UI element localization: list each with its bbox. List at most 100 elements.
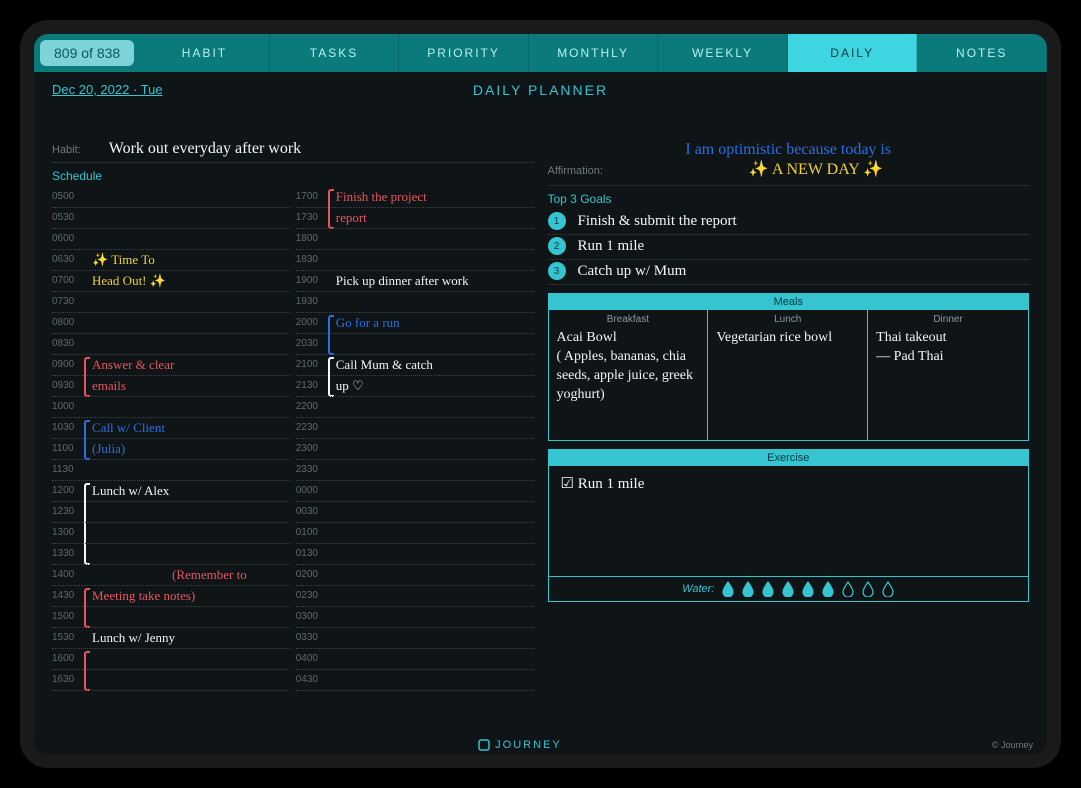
water-drop-icon[interactable] [822, 581, 834, 597]
schedule-row[interactable]: 0830 [52, 334, 290, 355]
schedule-row[interactable]: 1700Finish the project [296, 187, 534, 208]
goal-text: Finish & submit the report [578, 213, 737, 230]
goals-list: 1 Finish & submit the report 2Run 1 mile3C… [548, 210, 1030, 285]
habit-field[interactable]: Habit: Work out everyday after work [52, 140, 534, 163]
schedule-row[interactable]: 1130 [52, 460, 290, 481]
schedule-entry: Answer & clear [92, 357, 174, 373]
schedule-row[interactable]: 1030Call w/ Client [52, 418, 290, 439]
schedule-row[interactable]: 2300 [296, 439, 534, 460]
tab-habit[interactable]: HABIT [140, 34, 270, 72]
schedule-row[interactable]: 1900 Pick up dinner after work [296, 271, 534, 292]
schedule-row[interactable]: 0130 [296, 544, 534, 565]
schedule-row[interactable]: 2130up ♡ [296, 376, 534, 397]
schedule-row[interactable]: 0230 [296, 586, 534, 607]
meal-lunch[interactable]: Lunch Vegetarian rice bowl [708, 310, 868, 440]
schedule-entry: Call Mum & catch [336, 357, 433, 373]
tab-monthly[interactable]: MONTHLY [529, 34, 659, 72]
schedule-time: 1130 [52, 464, 86, 475]
schedule-entry: Finish the project [336, 189, 427, 205]
schedule-row[interactable]: 0500 [52, 187, 290, 208]
water-drop-icon[interactable] [862, 581, 874, 597]
exercise-text[interactable]: ☑ Run 1 mile [549, 466, 1029, 576]
date-link[interactable]: Dec 20, 2022 · Tue [52, 82, 163, 97]
tab-daily[interactable]: DAILY [788, 34, 918, 72]
schedule-row[interactable]: 1200Lunch w/ Alex [52, 481, 290, 502]
schedule-row[interactable]: 1800 [296, 229, 534, 250]
journey-icon [478, 739, 490, 751]
schedule-row[interactable]: 1630 [52, 670, 290, 691]
schedule-time: 0500 [52, 191, 86, 202]
schedule-label: Schedule [52, 169, 534, 183]
schedule-row[interactable]: 0400 [296, 649, 534, 670]
meal-breakfast[interactable]: Breakfast Acai Bowl( Apples, bananas, ch… [549, 310, 709, 440]
goal-item[interactable]: 2Run 1 mile [548, 235, 1030, 260]
schedule-row[interactable]: 0700Head Out! ✨ [52, 271, 290, 292]
schedule-row[interactable]: 0900Answer & clear [52, 355, 290, 376]
meals-box: Meals Breakfast Acai Bowl( Apples, banan… [548, 293, 1030, 441]
schedule-entry: up ♡ [336, 378, 364, 394]
schedule-row[interactable]: 0300 [296, 607, 534, 628]
water-drop-icon[interactable] [802, 581, 814, 597]
water-drop-icon[interactable] [762, 581, 774, 597]
schedule-row[interactable]: 2200 [296, 397, 534, 418]
water-drop-icon[interactable] [882, 581, 894, 597]
schedule-row[interactable]: 1330 [52, 544, 290, 565]
tab-bar: 809 of 838 HABITTASKSPRIORITYMONTHLYWEEK… [34, 34, 1047, 72]
schedule-row[interactable]: 0000 [296, 481, 534, 502]
water-tracker: Water: [549, 576, 1029, 601]
goals-label: Top 3 Goals [548, 192, 1030, 206]
schedule-row[interactable]: 1500 [52, 607, 290, 628]
habit-label: Habit: [52, 144, 81, 156]
schedule-row[interactable]: 1100(Julia) [52, 439, 290, 460]
tab-notes[interactable]: NOTES [917, 34, 1047, 72]
schedule-entry: Pick up dinner after work [336, 273, 469, 289]
schedule-row[interactable]: 0030 [296, 502, 534, 523]
schedule-row[interactable]: 1930 [296, 292, 534, 313]
tab-priority[interactable]: PRIORITY [399, 34, 529, 72]
schedule-time: 1900 [296, 275, 330, 286]
schedule-row[interactable]: 1300 [52, 523, 290, 544]
schedule-row[interactable]: 1830 [296, 250, 534, 271]
schedule-row[interactable]: 2030 [296, 334, 534, 355]
schedule-row[interactable]: 1400(Remember to [52, 565, 290, 586]
schedule-row[interactable]: 1600 [52, 649, 290, 670]
schedule-row[interactable]: 0430 [296, 670, 534, 691]
schedule-row[interactable]: 1530Lunch w/ Jenny [52, 628, 290, 649]
goal-item[interactable]: 1 Finish & submit the report [548, 210, 1030, 235]
water-drop-icon[interactable] [842, 581, 854, 597]
tab-tasks[interactable]: TASKS [270, 34, 400, 72]
tab-weekly[interactable]: WEEKLY [658, 34, 788, 72]
schedule-row[interactable]: 0630✨ Time To [52, 250, 290, 271]
goal-item[interactable]: 3Catch up w/ Mum [548, 260, 1030, 285]
schedule-row[interactable]: 1730report [296, 208, 534, 229]
schedule-row[interactable]: 1000 [52, 397, 290, 418]
schedule-row[interactable]: 2100 Call Mum & catch [296, 355, 534, 376]
schedule-row[interactable]: 0200 [296, 565, 534, 586]
schedule-row[interactable]: 1430Meeting take notes) [52, 586, 290, 607]
schedule-row[interactable]: 0730 [52, 292, 290, 313]
footer: JOURNEY © Journey [34, 736, 1047, 754]
schedule-time: 0100 [296, 527, 330, 538]
water-drop-icon[interactable] [722, 581, 734, 597]
schedule-row[interactable]: 0330 [296, 628, 534, 649]
schedule-row[interactable]: 2330 [296, 460, 534, 481]
schedule-row[interactable]: 0530 [52, 208, 290, 229]
schedule-row[interactable]: 0600 [52, 229, 290, 250]
schedule-row[interactable]: 0930emails [52, 376, 290, 397]
water-drop-icon[interactable] [782, 581, 794, 597]
goal-number: 3 [548, 262, 566, 280]
schedule-time: 0130 [296, 548, 330, 559]
goal-number: 1 [548, 212, 566, 230]
schedule-row[interactable]: 0100 [296, 523, 534, 544]
schedule-row[interactable]: 2230 [296, 418, 534, 439]
schedule-row[interactable]: 1230 [52, 502, 290, 523]
schedule-time: 2100 [296, 359, 330, 370]
meal-dinner[interactable]: Dinner Thai takeout— Pad Thai [868, 310, 1028, 440]
schedule-time: 0700 [52, 275, 86, 286]
water-drop-icon[interactable] [742, 581, 754, 597]
affirmation-field[interactable]: I am optimistic because today is Affirma… [548, 140, 1030, 187]
schedule-time: 0800 [52, 317, 86, 328]
schedule-time: 1830 [296, 254, 330, 265]
schedule-row[interactable]: 0800 [52, 313, 290, 334]
schedule-row[interactable]: 2000Go for a run [296, 313, 534, 334]
